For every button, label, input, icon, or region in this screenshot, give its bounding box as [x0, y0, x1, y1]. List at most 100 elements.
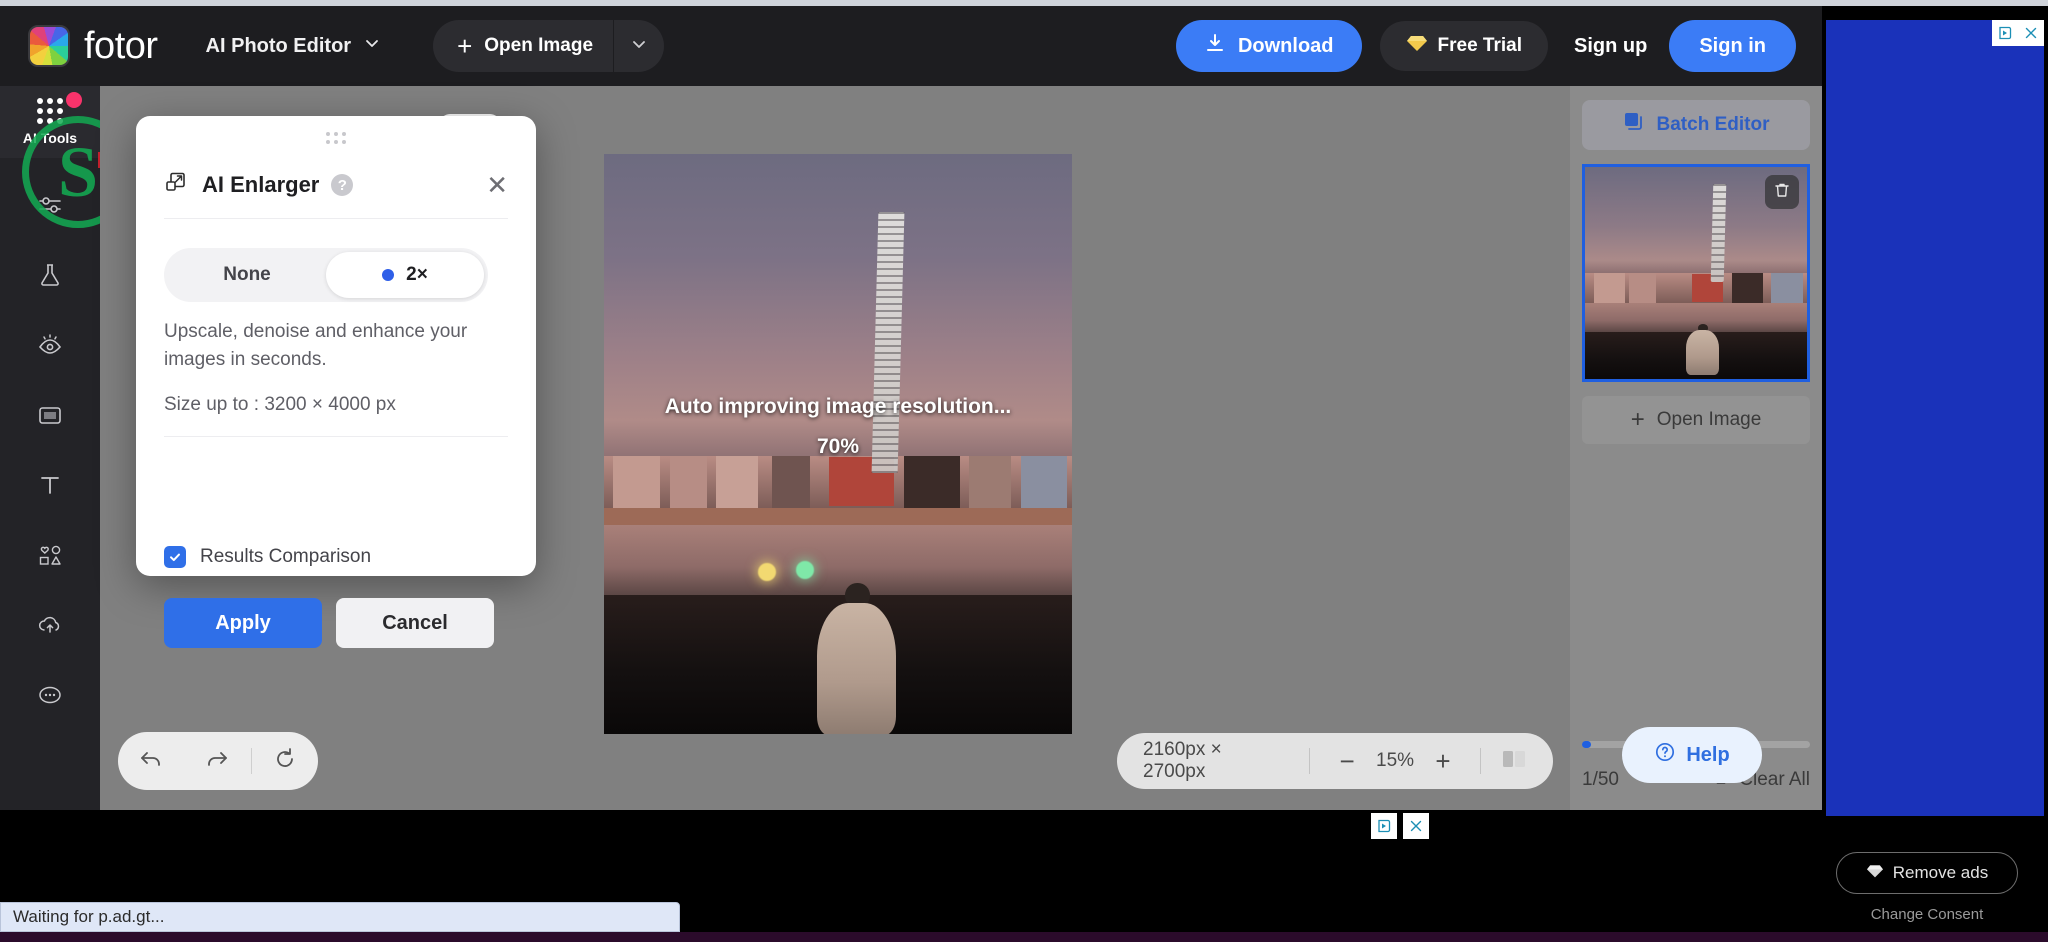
ad-controls-bottom — [1340, 806, 1460, 846]
brand-logo[interactable]: fotor — [28, 25, 158, 68]
remove-ads-label: Remove ads — [1893, 863, 1988, 883]
processing-overlay: Auto improving image resolution... 70% — [604, 154, 1072, 734]
status-text: Waiting for p.ad.gt... — [13, 907, 165, 927]
results-comparison-label: Results Comparison — [200, 546, 371, 568]
thumbnail-delete-button[interactable] — [1765, 175, 1799, 209]
gem-icon — [1406, 33, 1428, 59]
upload-cloud-icon — [36, 611, 64, 644]
results-comparison-checkbox[interactable] — [164, 546, 186, 568]
open-image-button[interactable]: + Open Image — [433, 20, 613, 72]
undo-button[interactable] — [118, 732, 184, 790]
dialog-description: Upscale, denoise and enhance your images… — [164, 318, 476, 373]
divider — [164, 436, 508, 437]
dialog-title: AI Enlarger — [202, 172, 319, 198]
batch-editor-label: Batch Editor — [1657, 114, 1770, 136]
signin-button[interactable]: Sign in — [1669, 20, 1796, 72]
dialog-actions: Apply Cancel — [164, 598, 494, 648]
fotor-pinwheel-icon — [28, 25, 70, 67]
zoom-toolbar: 2160px × 2700px − 15% + — [1117, 733, 1553, 789]
thumbnail-item[interactable] — [1582, 164, 1810, 382]
divider — [1480, 748, 1481, 774]
scale-option-none[interactable]: None — [168, 252, 326, 298]
open-image-dropdown-button[interactable] — [614, 20, 664, 72]
more-icon — [36, 681, 64, 714]
ad-banner-right[interactable] — [1826, 20, 2044, 816]
free-trial-label: Free Trial — [1438, 35, 1523, 57]
download-icon — [1204, 32, 1238, 60]
sidebar-items — [0, 158, 100, 732]
ai-enlarger-dialog: AI Enlarger ? ✕ None 2× Upscale, denoise… — [136, 116, 536, 576]
adchoices-icon[interactable] — [1992, 20, 2018, 46]
zoom-out-button[interactable]: − — [1330, 748, 1364, 774]
help-button[interactable]: Help — [1622, 727, 1762, 783]
gem-icon — [1866, 863, 1884, 884]
download-button[interactable]: Download — [1176, 20, 1362, 72]
sidebar-item-elements[interactable] — [14, 522, 86, 592]
reset-button[interactable] — [252, 732, 318, 790]
canvas-photo[interactable]: Auto improving image resolution... 70% — [604, 154, 1072, 734]
trash-icon — [1773, 181, 1791, 204]
sidebar-item-more[interactable] — [14, 662, 86, 732]
compare-button[interactable] — [1501, 748, 1527, 775]
batch-editor-button[interactable]: Batch Editor — [1582, 100, 1810, 150]
enlarge-icon — [164, 171, 188, 200]
signup-link[interactable]: Sign up — [1574, 35, 1647, 58]
cancel-button[interactable]: Cancel — [336, 598, 494, 648]
close-icon[interactable]: ✕ — [486, 172, 508, 198]
reset-icon — [272, 746, 298, 777]
sidebar-item-ai-tools[interactable]: AI Tools — [0, 86, 100, 158]
download-label: Download — [1238, 35, 1334, 58]
sidebar-item-effects[interactable] — [14, 242, 86, 312]
retouch-eye-icon — [36, 331, 64, 364]
ad-controls — [1992, 20, 2044, 46]
drag-dots-icon[interactable] — [326, 132, 346, 144]
text-icon — [36, 471, 64, 504]
free-trial-button[interactable]: Free Trial — [1380, 21, 1549, 71]
remove-ads-button[interactable]: Remove ads — [1836, 852, 2018, 894]
app-root: fotor AI Photo Editor + Open Image — [0, 0, 2048, 942]
frame-icon — [36, 401, 64, 434]
help-label: Help — [1686, 744, 1729, 767]
grid-dots-icon — [37, 98, 63, 124]
scale-option-2x[interactable]: 2× — [326, 252, 484, 298]
sidebar-item-frame[interactable] — [14, 382, 86, 452]
question-icon[interactable]: ? — [331, 174, 353, 196]
fotor-app-window: fotor AI Photo Editor + Open Image — [0, 6, 1822, 810]
redo-button[interactable] — [184, 732, 250, 790]
results-comparison-row[interactable]: Results Comparison — [164, 546, 371, 568]
dialog-size-note: Size up to : 3200 × 4000 px — [164, 394, 396, 416]
sidebar-item-label: AI Tools — [23, 130, 77, 146]
zoom-in-button[interactable]: + — [1426, 748, 1460, 774]
flask-effects-icon — [36, 261, 64, 294]
image-dimensions: 2160px × 2700px — [1143, 739, 1289, 783]
status-bar: Waiting for p.ad.gt... — [0, 902, 680, 932]
chevron-down-icon — [363, 34, 381, 58]
change-consent-link[interactable]: Change Consent — [1836, 906, 2018, 923]
ad-close-button[interactable] — [1403, 813, 1429, 839]
apply-button[interactable]: Apply — [164, 598, 322, 648]
plus-icon: + — [457, 33, 472, 59]
window-bottom-edge — [0, 932, 2048, 942]
progress-title: Auto improving image resolution... — [665, 395, 1012, 419]
notification-badge — [66, 92, 82, 108]
undo-icon — [138, 746, 164, 777]
sidebar-item-text[interactable] — [14, 452, 86, 522]
open-image-button-group: + Open Image — [433, 20, 664, 72]
sidebar-item-upload[interactable] — [14, 592, 86, 662]
header-actions: Download Free Trial Sign up Sign in — [1176, 20, 1796, 72]
ad-rail — [1822, 6, 2048, 810]
ad-close-button[interactable] — [2018, 20, 2044, 46]
app-header: fotor AI Photo Editor + Open Image — [0, 6, 1822, 86]
panel-open-image-button[interactable]: + Open Image — [1582, 396, 1810, 444]
app-mode-selector[interactable]: AI Photo Editor — [206, 34, 382, 58]
sidebar-item-retouch[interactable] — [14, 312, 86, 382]
layers-icon — [1623, 111, 1657, 139]
elements-icon — [35, 541, 65, 574]
logo-text: fotor — [84, 25, 158, 68]
progress-percent: 70% — [817, 435, 859, 459]
redo-icon — [204, 746, 230, 777]
divider — [1309, 748, 1310, 774]
adchoices-icon[interactable] — [1371, 813, 1397, 839]
scale-option-group: None 2× — [164, 248, 488, 302]
sidebar-item-adjust[interactable] — [14, 172, 86, 242]
